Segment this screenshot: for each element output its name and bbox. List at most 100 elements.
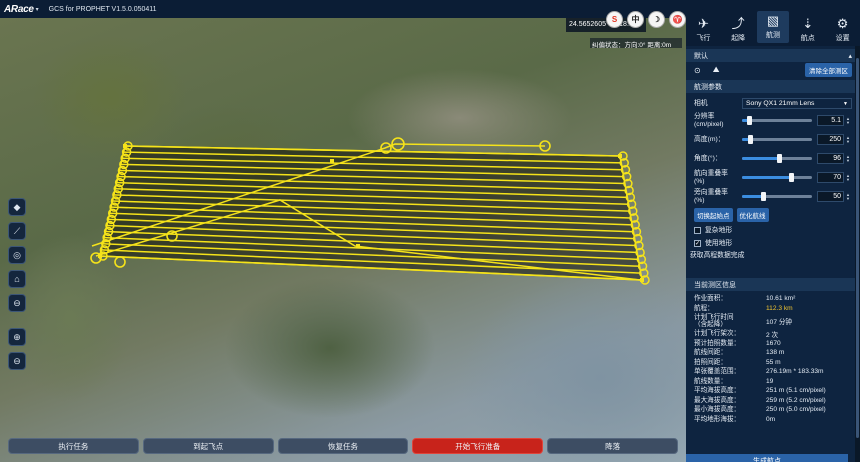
param-row: 航向重叠率 (%) 70 ▲ ▼ <box>686 168 860 187</box>
param-slider[interactable] <box>742 154 812 163</box>
slider-knob[interactable] <box>747 116 752 125</box>
default-label: 默认 <box>694 52 708 60</box>
spinner-arrows[interactable]: ▲ ▼ <box>844 172 852 183</box>
tab-survey[interactable]: ▧ 航测 <box>756 11 789 43</box>
gauge-icon[interactable]: ◎ <box>8 246 26 264</box>
generate-waypoints-button[interactable]: 生成航点 <box>686 454 848 462</box>
info-value: 250 m (5.0 cm/pixel) <box>766 406 826 414</box>
tab-settings[interactable]: ⚙ 设置 <box>827 17 859 43</box>
target-icon[interactable]: ⊙ <box>694 66 701 75</box>
complex-terrain-label: 复杂地形 <box>705 226 733 234</box>
tab-takeoff-landing[interactable]: ⤴ 起降 <box>722 17 754 43</box>
info-value: 138 m <box>766 349 785 357</box>
default-section-header[interactable]: 默认 ▴ <box>686 49 860 62</box>
param-value-field[interactable]: 70 <box>817 172 844 183</box>
clear-all-areas-button[interactable]: 清除全部测区 <box>805 63 852 77</box>
draw-polygon-icon[interactable]: ⛰ <box>713 65 720 75</box>
chevron-down-icon: ▼ <box>843 100 848 107</box>
waypoint-icon: ⇣ <box>802 16 814 31</box>
start-flight-prep-button[interactable]: 开始飞行准备 <box>412 438 544 454</box>
tab-label: 起降 <box>731 35 746 42</box>
info-value: 276.19m * 183.33m <box>766 368 824 376</box>
spinner-arrows[interactable]: ▲ ▼ <box>844 191 852 202</box>
info-value: 1670 <box>766 339 781 347</box>
slider-knob[interactable] <box>748 135 754 144</box>
use-terrain-checkbox[interactable]: ✓ <box>694 240 701 247</box>
camera-label: 相机 <box>694 99 708 107</box>
info-key: 计划飞行时间 （含起降） <box>694 313 734 329</box>
slider-knob[interactable] <box>761 192 766 201</box>
use-terrain-label: 使用地形 <box>705 239 733 247</box>
correction-status: 纠偏状态：方向:0° 距离:0m <box>590 38 682 48</box>
locate-icon[interactable]: ⊖ <box>8 294 26 312</box>
s-logo-icon[interactable]: S <box>606 11 623 28</box>
slider-knob[interactable] <box>777 154 783 163</box>
info-key: 最小海拔高度： <box>694 406 741 413</box>
camera-value: Sony QX1 21mm Lens <box>746 100 815 107</box>
moon-icon[interactable]: ☽ <box>648 11 665 28</box>
tab-waypoint[interactable]: ⇣ 航点 <box>792 17 824 43</box>
info-value: 55 m <box>766 358 781 366</box>
camera-select[interactable]: Sony QX1 21mm Lens ▼ <box>742 98 852 109</box>
zoom-out-icon[interactable]: ⊖ <box>8 352 26 370</box>
param-value-field[interactable]: 50 <box>817 191 844 202</box>
logo-menu-caret-icon[interactable]: ▾ <box>36 6 39 13</box>
param-row: 分辨率 (cm/pixel) 5.1 ▲ ▼ <box>686 111 860 130</box>
spinner-arrows[interactable]: ▲ ▼ <box>844 153 852 164</box>
shirt-icon[interactable]: ♈ <box>669 11 686 28</box>
home-icon[interactable]: ⌂ <box>8 270 26 288</box>
quick-buttons: S 中 ☽ ♈ <box>606 11 686 28</box>
land-button[interactable]: 降落 <box>547 438 678 454</box>
info-section-header: 当前测区信息 <box>686 278 860 291</box>
spinner-arrows[interactable]: ▲ ▼ <box>844 134 852 145</box>
param-value-field[interactable]: 250 <box>817 134 844 145</box>
complex-terrain-checkbox[interactable] <box>694 227 701 234</box>
zoom-in-icon[interactable]: ⊕ <box>8 328 26 346</box>
chinese-icon[interactable]: 中 <box>627 11 644 28</box>
param-value-field[interactable]: 5.1 <box>817 115 844 126</box>
info-key: 航线间距： <box>694 349 727 356</box>
param-slider[interactable] <box>742 173 812 182</box>
tab-label: 航点 <box>800 35 815 42</box>
scroll-thumb[interactable] <box>856 58 859 438</box>
panel-scrollbar[interactable] <box>855 46 860 462</box>
info-key: 拍照间距： <box>694 358 727 366</box>
param-label: 航向重叠率 (%) <box>694 169 728 185</box>
corner-marker <box>640 278 644 282</box>
tab-flight[interactable]: ✈ 飞行 <box>687 17 719 43</box>
ruler-icon[interactable]: ⟋ <box>8 222 26 240</box>
info-key: 航程： <box>694 304 714 312</box>
execute-task-button[interactable]: 执行任务 <box>8 438 139 454</box>
param-slider[interactable] <box>742 192 812 201</box>
corner-marker <box>123 144 127 148</box>
arace-logo[interactable]: ARace <box>4 4 34 15</box>
param-slider[interactable] <box>742 116 812 125</box>
info-row: 平均海拔高度： 251 m (5.1 cm/pixel) <box>686 386 860 396</box>
slider-knob[interactable] <box>789 173 794 182</box>
info-value: 10.61 km² <box>766 295 796 303</box>
info-value: 251 m (5.1 cm/pixel) <box>766 387 826 395</box>
elevation-status: 获取高程数据完成 <box>690 251 745 259</box>
info-row: 最大海拔高度： 259 m (5.2 cm/pixel) <box>686 396 860 406</box>
entry-loop <box>114 256 126 268</box>
main-nav: ✈ 飞行 ⤴ 起降 ▧ 航测 ⇣ 航点 ⚙ 设置 <box>686 0 860 46</box>
param-label: 角度(°)： <box>694 154 722 162</box>
map-toolbar: ◆ ⟋ ◎ ⌂ ⊖ ⊕ ⊖ <box>8 198 26 370</box>
param-label: 分辨率 (cm/pixel) <box>694 112 724 128</box>
param-slider[interactable] <box>742 135 812 144</box>
param-value-field[interactable]: 96 <box>817 153 844 164</box>
satellite-map[interactable] <box>0 18 686 462</box>
resume-task-button[interactable]: 恢复任务 <box>277 438 409 454</box>
go-to-takeoff-button[interactable]: 到起飞点 <box>142 438 274 454</box>
params-header: 航测参数 <box>694 83 722 91</box>
compass-icon[interactable]: ◆ <box>8 198 26 216</box>
param-row: 高度(m)： 250 ▲ ▼ <box>686 130 860 149</box>
info-row: 预计拍照数量： 1670 <box>686 339 860 349</box>
optimize-route-button[interactable]: 优化航线 <box>736 208 769 222</box>
param-row: 旁向重叠率 (%) 50 ▲ ▼ <box>686 187 860 206</box>
spinner-arrows[interactable]: ▲ ▼ <box>844 115 852 126</box>
info-value: 0m <box>766 415 776 423</box>
tab-label: 设置 <box>835 35 850 42</box>
info-key: 预计拍照数量： <box>694 339 741 347</box>
switch-start-point-button[interactable]: 切换起始点 <box>694 208 733 222</box>
